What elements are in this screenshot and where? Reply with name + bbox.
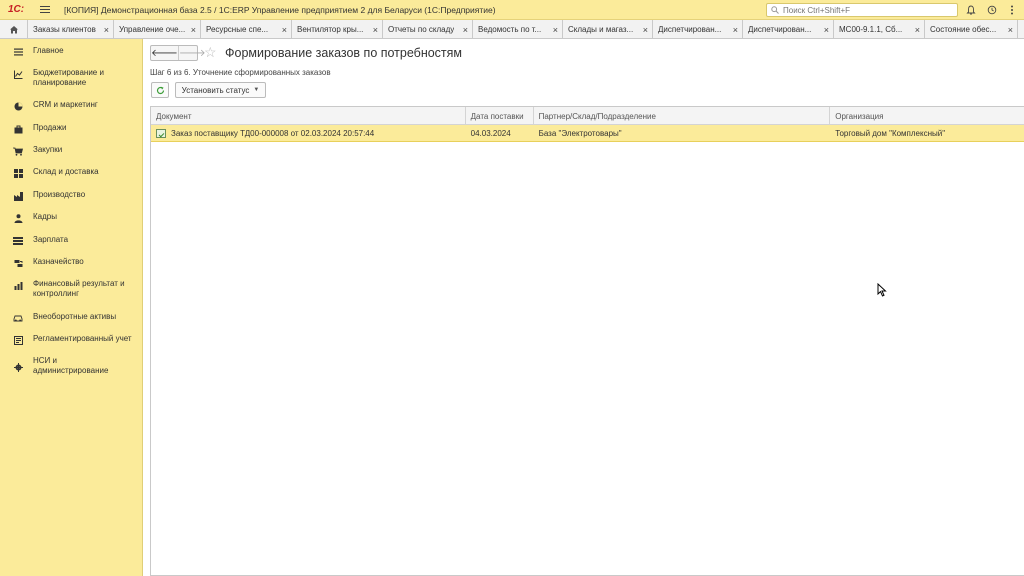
cell-date: 04.03.2024 (470, 129, 511, 138)
open-tabs-bar: Заказы клиентов × Управление оче... × Ресу… (0, 20, 1024, 39)
gear-icon (13, 362, 23, 372)
sidebar-item-production[interactable]: Производство (0, 190, 143, 201)
chart-icon (13, 69, 23, 79)
main-menu-icon[interactable] (40, 6, 54, 13)
orders-table: Документ Дата поставки Партнер/Склад/Под… (150, 106, 1024, 576)
search-icon (771, 6, 779, 14)
favorite-star-icon[interactable]: ☆ (204, 44, 217, 61)
table-row[interactable]: Заказ поставщику ТД00-000008 от 02.03.20… (151, 125, 1024, 142)
mouse-cursor-icon (877, 283, 887, 297)
finance-chart-icon (13, 280, 23, 290)
close-icon[interactable]: × (553, 25, 558, 35)
money-icon (13, 236, 23, 246)
bag-icon (13, 124, 23, 134)
home-tab[interactable] (0, 20, 28, 39)
history-nav: 🡐 🡒 (150, 45, 206, 61)
table-header: Документ Дата поставки Партнер/Склад/Под… (151, 107, 1024, 125)
app-logo: 1С: (8, 4, 25, 15)
column-header[interactable]: Организация (830, 107, 1024, 125)
sections-sidebar: Главное Бюджетирование и планирование CR… (0, 39, 143, 576)
tab-item[interactable]: Отчеты по складу × (383, 20, 473, 39)
sidebar-item-crm[interactable]: CRM и маркетинг (0, 100, 143, 111)
window-title: [КОПИЯ] Демонстрационная база 2.5 / 1С:E… (64, 4, 496, 15)
sidebar-item-purchases[interactable]: Закупки (0, 145, 143, 156)
document-posted-icon (156, 129, 166, 138)
sidebar-item-main[interactable]: Главное (0, 46, 143, 57)
tab-item[interactable]: МС00-9.1.1, Сб... × (834, 20, 925, 39)
tab-item[interactable]: Заказы клиентов × (28, 20, 114, 39)
close-icon[interactable]: × (824, 25, 829, 35)
close-icon[interactable]: × (1008, 25, 1013, 35)
pie-icon (13, 101, 23, 111)
close-icon[interactable]: × (643, 25, 648, 35)
more-vertical-icon[interactable] (1005, 3, 1019, 17)
column-header[interactable]: Партнер/Склад/Подразделение (534, 107, 831, 125)
step-caption: Шаг 6 из 6. Уточнение сформированных зак… (150, 68, 331, 77)
tab-item[interactable]: Диспетчирован... × (653, 20, 743, 39)
warehouse-icon (13, 168, 23, 178)
close-icon[interactable]: × (733, 25, 738, 35)
menu-icon (13, 47, 23, 57)
sidebar-item-fixed-assets[interactable]: Внеоборотные активы (0, 312, 143, 323)
page-title: Формирование заказов по потребностям (225, 46, 463, 60)
close-icon[interactable]: × (104, 25, 109, 35)
main-content: 🡐 🡒 ☆ Формирование заказов по потребност… (144, 39, 1024, 576)
history-icon[interactable] (985, 3, 999, 17)
back-arrow-icon[interactable]: 🡐 (151, 46, 178, 60)
sidebar-item-hr[interactable]: Кадры (0, 212, 143, 223)
column-header[interactable]: Дата поставки (466, 107, 534, 125)
refresh-button[interactable] (151, 82, 169, 98)
refresh-icon (156, 86, 164, 94)
close-icon[interactable]: × (373, 25, 378, 35)
sidebar-item-finance[interactable]: Финансовый результат и контроллинг (0, 279, 143, 299)
title-bar: 1С: [КОПИЯ] Демонстрационная база 2.5 / … (0, 0, 1024, 20)
bell-icon[interactable] (964, 3, 978, 17)
cell-partner: База "Электротовары" (538, 129, 622, 138)
tab-item[interactable]: Склады и магаз... × (563, 20, 653, 39)
close-icon[interactable]: × (191, 25, 196, 35)
person-icon (13, 213, 23, 223)
tab-item[interactable]: Управление оче... × (114, 20, 201, 39)
chevron-down-icon: ▼ (253, 87, 260, 93)
sidebar-item-salary[interactable]: Зарплата (0, 235, 143, 246)
set-status-button[interactable]: Установить статус ▼ (175, 82, 266, 98)
tab-item[interactable]: Вентилятор кры... × (292, 20, 383, 39)
factory-icon (13, 191, 23, 201)
search-box[interactable] (766, 3, 958, 17)
sidebar-item-admin[interactable]: НСИ и администрирование (0, 356, 143, 376)
cell-organization: Торговый дом "Комплексный" (835, 129, 946, 138)
close-icon[interactable]: × (915, 25, 920, 35)
tab-item[interactable]: Ведомость по т... × (473, 20, 563, 39)
search-input[interactable] (783, 5, 943, 15)
close-icon[interactable]: × (282, 25, 287, 35)
sidebar-item-budgeting[interactable]: Бюджетирование и планирование (0, 68, 143, 88)
cart-icon (13, 146, 23, 156)
cell-document: Заказ поставщику ТД00-000008 от 02.03.20… (171, 129, 375, 138)
car-icon (13, 313, 23, 323)
tab-item[interactable]: Диспетчирован... × (743, 20, 834, 39)
treasury-icon (13, 258, 23, 268)
ledger-icon (13, 335, 23, 345)
close-icon[interactable]: × (463, 25, 468, 35)
sidebar-item-treasury[interactable]: Казначейство (0, 257, 143, 268)
sidebar-item-warehouse[interactable]: Склад и доставка (0, 167, 143, 178)
tab-item[interactable]: Состояние обес... × (925, 20, 1018, 39)
forward-arrow-icon[interactable]: 🡒 (177, 46, 206, 60)
tab-item[interactable]: Ресурсные спе... × (201, 20, 292, 39)
sidebar-item-sales[interactable]: Продажи (0, 123, 143, 134)
sidebar-item-regulated-accounting[interactable]: Регламентированный учет (0, 334, 143, 345)
home-icon (9, 26, 18, 34)
column-header[interactable]: Документ (151, 107, 466, 125)
